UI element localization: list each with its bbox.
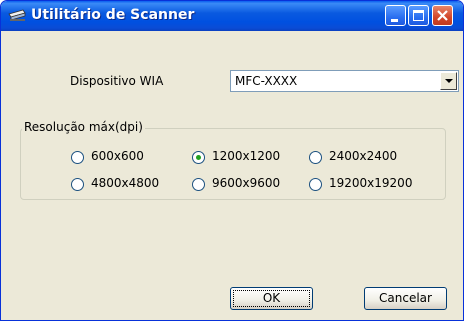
device-select-value: MFC-XXXX xyxy=(235,74,298,88)
window-title: Utilitário de Scanner xyxy=(31,7,195,23)
maximize-button[interactable] xyxy=(408,5,429,26)
radio-600x600-label: 600x600 xyxy=(91,149,144,163)
radio-600x600[interactable] xyxy=(71,151,84,164)
close-button[interactable] xyxy=(432,5,453,26)
radio-19200x19200[interactable] xyxy=(309,178,322,191)
radio-9600x9600[interactable] xyxy=(192,178,205,191)
close-icon xyxy=(437,10,448,21)
maximize-icon xyxy=(413,10,424,21)
scanner-utility-window: Utilitário de Scanner Dispositivo WIA MF… xyxy=(0,0,464,321)
radio-4800x4800-label: 4800x4800 xyxy=(91,176,160,190)
resolution-group-label: Resolução máx(dpi) xyxy=(22,120,145,134)
device-label: Dispositivo WIA xyxy=(70,74,164,88)
minimize-button[interactable] xyxy=(385,5,406,26)
minimize-icon xyxy=(391,19,398,22)
scanner-icon xyxy=(7,8,27,24)
cancel-button[interactable]: Cancelar xyxy=(364,287,447,310)
dialog-body: Dispositivo WIA MFC-XXXX Resolução máx(d… xyxy=(4,31,460,317)
ok-button[interactable]: OK xyxy=(230,287,313,310)
radio-19200x19200-label: 19200x19200 xyxy=(329,176,413,190)
device-select[interactable]: MFC-XXXX xyxy=(230,70,459,92)
title-bar[interactable]: Utilitário de Scanner xyxy=(1,1,463,31)
radio-2400x2400-label: 2400x2400 xyxy=(329,149,398,163)
radio-1200x1200[interactable] xyxy=(192,151,205,164)
radio-9600x9600-label: 9600x9600 xyxy=(212,176,281,190)
radio-4800x4800[interactable] xyxy=(71,178,84,191)
chevron-down-icon[interactable] xyxy=(440,72,457,90)
radio-2400x2400[interactable] xyxy=(309,151,322,164)
radio-1200x1200-label: 1200x1200 xyxy=(212,149,281,163)
